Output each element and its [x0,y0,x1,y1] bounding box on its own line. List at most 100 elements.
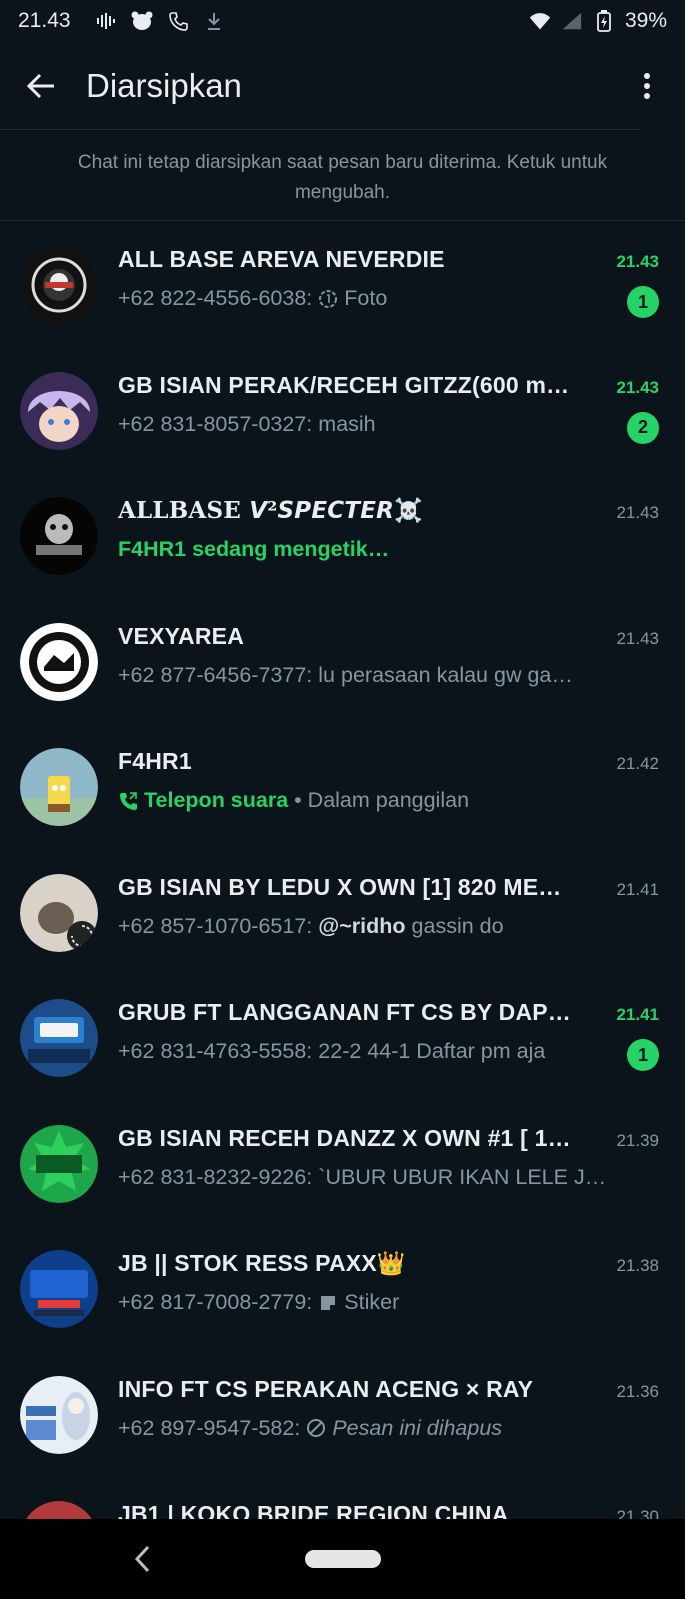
more-vert-icon [644,73,650,99]
app-bar: Diarsipkan [0,42,685,130]
chat-time: 21.42 [616,754,659,773]
signal-icon [561,10,583,32]
chat-item[interactable]: JB || STOK RESS PAXX👑 21.38 +62 817-7008… [0,1226,685,1352]
sender: +62 857-1070-6517: [118,913,313,938]
message-text: Stiker [344,1290,400,1314]
chat-preview: +62 831-8232-9226: `UBUR UBUR IKAN LELE … [118,1165,618,1190]
avatar [20,999,98,1077]
chat-preview: +62 857-1070-6517: @~ridho gassin do [118,914,618,939]
message-text: lu perasaan kalau gw ga… [318,662,573,687]
chat-preview: +62 877-6456-7377: lu perasaan kalau gw … [118,663,618,688]
avatar [20,371,98,450]
chat-time: 21.39 [616,1130,659,1150]
wifi-icon [529,10,551,32]
call-label: Telepon suara [144,788,289,812]
chat-item[interactable]: GB ISIAN RECEH DANZZ X OWN #1 [ 1… 21.39… [0,1101,685,1227]
chat-item[interactable]: GB ISIAN BY LEDU X OWN [1] 820 ME… 21.41… [0,850,685,976]
message-text: 22-2 44-1 Daftar pm aja [318,1039,546,1063]
chat-time: 21.36 [616,1381,659,1401]
sticker-icon [318,1293,338,1313]
mention: @~ridho [318,913,406,938]
chat-name: GRUB FT LANGGANAN FT CS BY DAP… [118,999,571,1025]
chat-name: GB ISIAN BY LEDU X OWN [1] 820 ME… [118,873,562,900]
sender: +62 817-7008-2779: [118,1290,313,1314]
chat-item[interactable]: VEXYAREA 21.43 +62 877-6456-7377: lu per… [0,599,685,725]
message-text: masih [318,411,376,436]
message-text: `UBUR UBUR IKAN LELE J… [318,1164,607,1189]
arrow-left-icon [26,73,54,99]
phone-icon [167,10,189,32]
system-nav-bar [0,1519,685,1599]
chat-name: JB || STOK RESS PAXX👑 [118,1250,406,1276]
chat-preview: +62 817-7008-2779: Stiker [118,1290,618,1315]
avatar [20,1375,98,1454]
chevron-left-icon [134,1545,150,1573]
chat-name: 𝐀𝐋𝐋𝐁𝐀𝐒𝐄 𝙑²𝙎𝙋𝙀𝘾𝙏𝙀𝙍☠️ [118,497,423,524]
chat-list: ALL BASE AREVA NEVERDIE 21.43 +62 822-45… [0,222,685,1599]
chat-preview: +62 831-8057-0327: masih [118,412,618,437]
chat-item[interactable]: GB ISIAN PERAK/RECEH GITZZ(600 m… 21.43 … [0,348,685,474]
chat-name: GB ISIAN PERAK/RECEH GITZZ(600 m… [118,371,570,398]
more-options-button[interactable] [627,63,667,109]
header-divider [0,129,640,130]
chat-preview: F4HR1 sedang mengetik… [118,537,618,562]
chat-preview: +62 831-4763-5558: 22-2 44-1 Daftar pm a… [118,1039,618,1064]
chat-time: 21.43 [616,377,659,397]
chat-time: 21.43 [616,628,659,648]
voice-wave-icon [95,10,117,32]
unread-badge: 1 [627,286,659,318]
page-title: Diarsipkan [86,67,242,104]
battery-icon [593,10,615,32]
unread-badge: 1 [627,1039,659,1071]
message-text: Foto [344,286,388,310]
download-icon [203,10,225,32]
avatar [20,246,98,324]
chat-preview: Telepon suara • Dalam panggilan [118,788,618,813]
chat-time: 21.41 [616,879,659,899]
chat-name: VEXYAREA [118,622,245,649]
view-once-icon [318,289,338,309]
message-text: • Dalam panggilan [294,788,470,812]
chat-preview: +62 822-4556-6038: Foto [118,286,618,311]
bear-icon [131,10,153,32]
chat-preview: +62 897-9547-582: Pesan ini dihapus [118,1416,618,1441]
notice-divider [0,220,685,221]
typing-indicator: F4HR1 sedang mengetik… [118,537,390,561]
chat-item[interactable]: ALL BASE AREVA NEVERDIE 21.43 +62 822-45… [0,222,685,348]
deleted-icon [306,1418,326,1438]
status-time: 21.43 [18,9,71,32]
sender: +62 897-9547-582: [118,1415,301,1440]
chat-name: INFO FT CS PERAKAN ACENG × RAY [118,1375,534,1402]
chat-time: 21.43 [616,252,659,271]
unread-badge: 2 [627,411,659,444]
sender: +62 822-4556-6038: [118,286,313,310]
chat-item[interactable]: 𝐀𝐋𝐋𝐁𝐀𝐒𝐄 𝙑²𝙎𝙋𝙀𝘾𝙏𝙀𝙍☠️ 21.43 F4HR1 sedang m… [0,473,685,599]
avatar [20,497,98,575]
chat-item[interactable]: GRUB FT LANGGANAN FT CS BY DAP… 21.41 +6… [0,975,685,1101]
status-bar: 21.43 39% [0,0,685,42]
chat-item[interactable]: INFO FT CS PERAKAN ACENG × RAY 21.36 +62… [0,1352,685,1478]
avatar [20,1124,98,1203]
message-text: Pesan ini dihapus [332,1415,503,1440]
sender: +62 877-6456-7377: [118,662,313,687]
nav-home-pill[interactable] [304,1550,381,1568]
chat-time: 21.43 [616,503,659,522]
phone-call-icon [118,791,138,811]
chat-name: GB ISIAN RECEH DANZZ X OWN #1 [ 1… [118,1124,571,1151]
chat-name: F4HR1 [118,748,192,774]
message-text: gassin do [411,913,504,938]
chat-name: ALL BASE AREVA NEVERDIE [118,246,445,272]
sender: +62 831-4763-5558: [118,1039,313,1063]
chat-time: 21.41 [616,1005,659,1024]
archive-notice[interactable]: Chat ini tetap diarsipkan saat pesan bar… [0,148,685,208]
avatar [20,622,98,701]
battery-level: 39% [624,9,667,32]
nav-back-button[interactable] [128,1541,158,1577]
chat-item[interactable]: F4HR1 21.42 Telepon suara • Dalam panggi… [0,724,685,850]
sender: +62 831-8232-9226: [118,1164,313,1189]
avatar [20,873,98,952]
back-button[interactable] [18,63,64,109]
avatar [20,748,98,826]
sender: +62 831-8057-0327: [118,411,313,436]
chat-time: 21.38 [616,1256,659,1275]
